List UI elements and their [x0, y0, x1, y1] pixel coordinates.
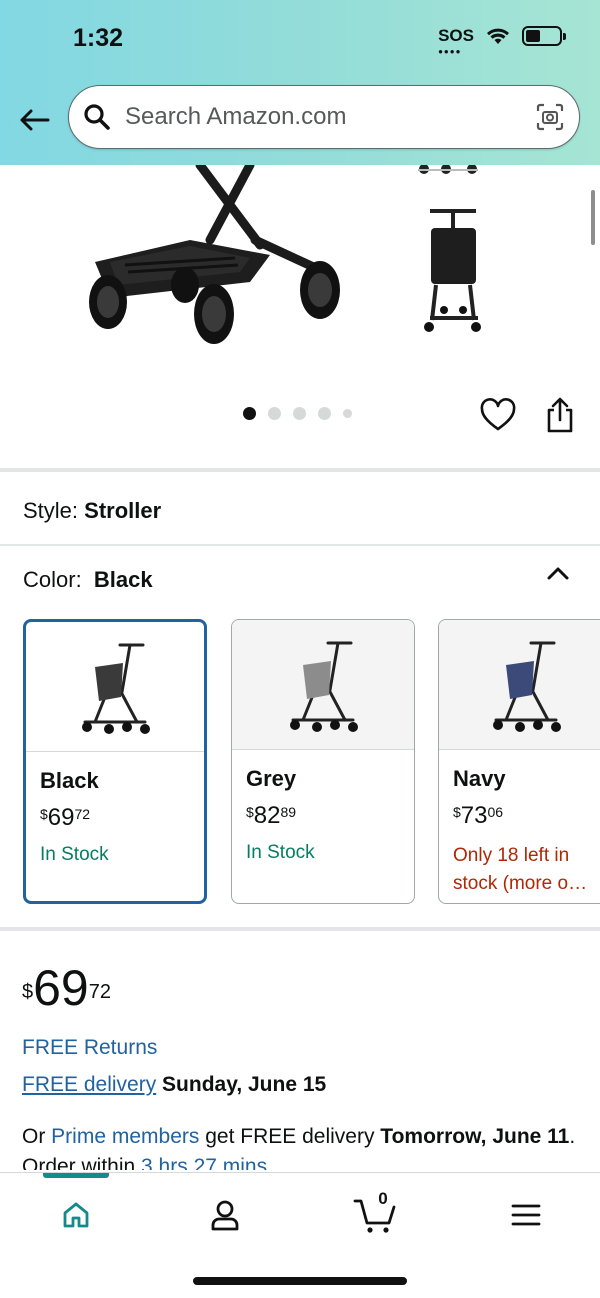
search-bar[interactable]: Search Amazon.com: [68, 85, 580, 149]
delivery-info: FREE delivery Sunday, June 15: [22, 1073, 326, 1097]
stroller-thumbnail: [493, 641, 561, 732]
swatch-stock-status: Only 18 left in stock (more o…: [453, 842, 599, 898]
image-pagination-dots[interactable]: [243, 407, 352, 420]
search-input[interactable]: Search Amazon.com: [125, 103, 535, 131]
share-icon: [547, 397, 573, 433]
add-to-list-button[interactable]: [480, 398, 516, 434]
chevron-up-icon: [547, 567, 569, 580]
share-button[interactable]: [544, 396, 576, 434]
cart-count: 0: [378, 1189, 388, 1208]
style-value: Stroller: [84, 498, 162, 523]
swatch-image: [232, 620, 414, 750]
section-divider: [0, 927, 600, 931]
swatch-price: $7306: [453, 802, 504, 829]
pagination-dot-1[interactable]: [243, 407, 256, 420]
swatch-price: $6972: [40, 804, 91, 831]
heart-icon: [480, 398, 516, 431]
signal-dots: ●●●●: [438, 47, 462, 56]
sos-indicator: SOS ●●●●: [438, 26, 474, 56]
status-time: 1:32: [73, 24, 124, 52]
swatch-name: Grey: [246, 766, 297, 791]
stroller-thumbnail: [82, 643, 150, 734]
swatch-price: $8289: [246, 802, 297, 829]
nav-menu[interactable]: [496, 1195, 556, 1235]
prime-delivery-info: Or Prime members get FREE delivery Tomor…: [22, 1122, 582, 1170]
collapse-color-button[interactable]: [544, 560, 572, 588]
nav-account[interactable]: [195, 1195, 255, 1235]
color-swatch-navy[interactable]: Navy $7306 Only 18 left in stock (more o…: [438, 619, 600, 904]
free-returns-link[interactable]: FREE Returns: [22, 1036, 157, 1060]
delivery-date: Sunday, June 15: [162, 1073, 327, 1096]
swatch-stock-status: In Stock: [246, 842, 315, 863]
nav-home[interactable]: [46, 1195, 106, 1235]
swatch-name: Black: [40, 768, 99, 793]
section-divider: [0, 544, 600, 546]
swatch-stock-status: In Stock: [40, 844, 109, 865]
swatch-image: [26, 622, 204, 752]
color-label: Color:: [23, 567, 82, 592]
sos-label: SOS: [438, 26, 474, 45]
person-icon: [211, 1200, 239, 1231]
active-tab-indicator: [43, 1173, 109, 1178]
free-delivery-link[interactable]: FREE delivery: [22, 1073, 156, 1096]
color-swatch-grey[interactable]: Grey $8289 In Stock: [231, 619, 415, 904]
nav-cart[interactable]: 0: [345, 1189, 405, 1235]
color-selector-header[interactable]: Color: Black: [23, 567, 153, 593]
back-arrow-icon: [20, 109, 50, 131]
style-label: Style:: [23, 498, 79, 523]
swatch-name: Navy: [453, 766, 506, 791]
hamburger-menu-icon: [511, 1204, 541, 1226]
back-button[interactable]: [14, 100, 54, 140]
stock-line-1: Only 18 left in: [453, 845, 570, 866]
swatch-image: [439, 620, 600, 750]
stroller-thumbnail: [290, 641, 358, 732]
home-icon: [63, 1202, 89, 1228]
stock-line-2: stock (more o…: [453, 873, 588, 894]
pagination-dot-5[interactable]: [343, 409, 352, 418]
color-value: Black: [93, 567, 153, 592]
home-indicator[interactable]: [193, 1277, 407, 1285]
battery-icon: [522, 26, 566, 46]
product-price: $6972: [22, 960, 111, 1016]
search-icon: [84, 104, 110, 130]
color-swatch-black[interactable]: Black $6972 In Stock: [23, 619, 207, 904]
pagination-dot-2[interactable]: [268, 407, 281, 420]
section-divider: [0, 468, 600, 472]
prime-members-link[interactable]: Prime members: [51, 1125, 199, 1148]
camera-search-icon[interactable]: [535, 102, 565, 132]
delivery-countdown: 3 hrs 27 mins: [141, 1155, 268, 1170]
pagination-dot-4[interactable]: [318, 407, 331, 420]
status-icons: SOS ●●●●: [438, 26, 566, 56]
app-header: 1:32 SOS ●●●● Search Amazon.com: [0, 0, 600, 165]
pagination-dot-3[interactable]: [293, 407, 306, 420]
style-selector[interactable]: Style: Stroller: [23, 498, 161, 524]
scrollbar[interactable]: [591, 190, 595, 245]
wifi-icon: [487, 28, 509, 44]
